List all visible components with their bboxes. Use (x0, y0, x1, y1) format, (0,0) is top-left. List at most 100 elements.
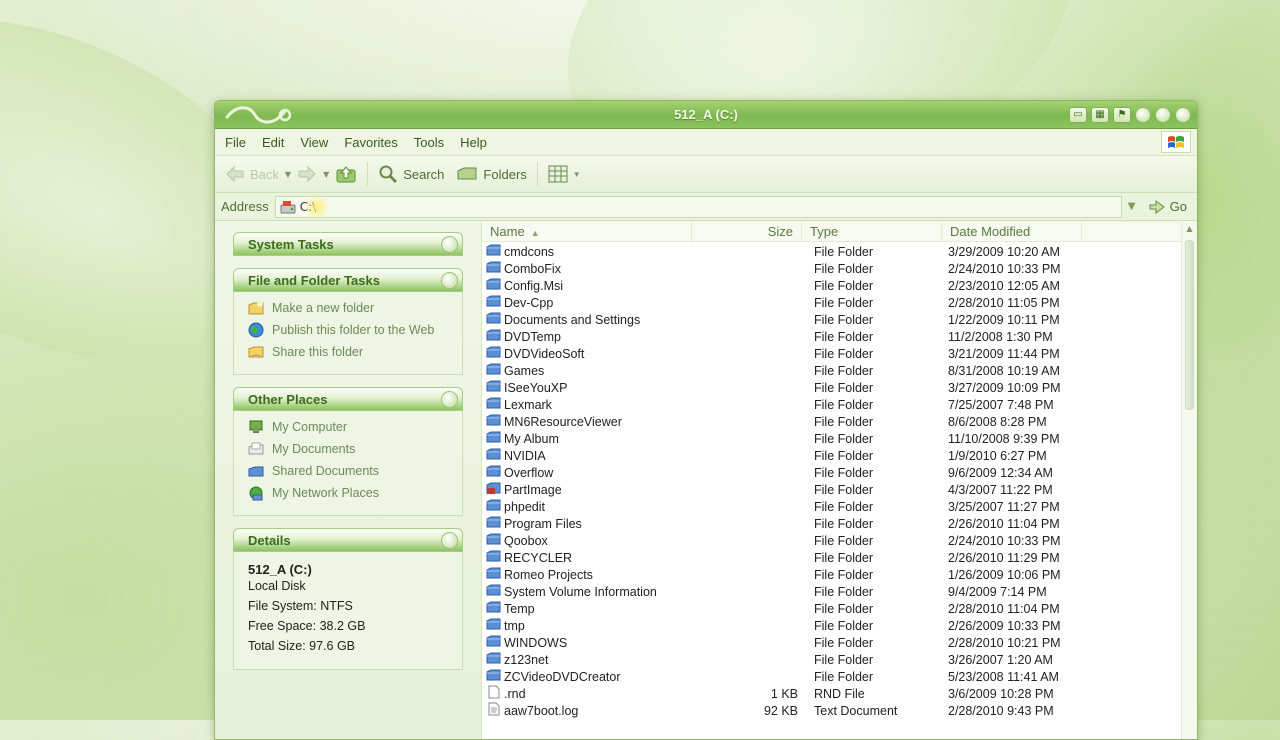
table-row[interactable]: ZCVideoDVDCreator File Folder 5/23/2008 11… (482, 668, 1181, 685)
collapse-toggle-icon[interactable] (441, 272, 458, 289)
row-name-cell: aaw7boot.log (482, 702, 692, 719)
table-row[interactable]: Games File Folder 8/31/2008 10:19 AM (482, 362, 1181, 379)
folders-label: Folders (483, 166, 527, 182)
table-row[interactable]: DVDVideoSoft File Folder 3/21/2009 11:44 P… (482, 345, 1181, 362)
system-tasks-header[interactable]: System Tasks (233, 232, 463, 256)
collapse-toggle-icon[interactable] (441, 532, 458, 549)
address-input[interactable]: C:\ (274, 193, 1122, 220)
table-row[interactable]: cmdcons File Folder 3/29/2009 10:20 AM (482, 243, 1181, 260)
expand-toggle-icon[interactable] (441, 236, 458, 253)
table-row[interactable]: Program Files File Folder 2/26/2010 11:04 … (482, 515, 1181, 532)
file-type: File Folder (814, 567, 874, 582)
table-row[interactable]: RECYCLER File Folder 2/26/2010 11:29 PM (482, 549, 1181, 566)
minimize-button[interactable] (1135, 107, 1151, 123)
table-row[interactable]: phpedit File Folder 3/25/2007 11:27 PM (482, 498, 1181, 515)
restore-icon[interactable]: ▭ (1069, 107, 1087, 123)
table-row[interactable]: Romeo Projects File Folder 1/26/2009 10:06… (482, 566, 1181, 583)
scroll-thumb[interactable] (1185, 240, 1194, 410)
place-my-computer[interactable]: My Computer (248, 419, 452, 435)
file-folder-tasks-header[interactable]: File and Folder Tasks (233, 268, 463, 292)
menu-help[interactable]: Help (454, 133, 493, 152)
table-row[interactable]: WINDOWS File Folder 2/28/2010 10:21 PM (482, 634, 1181, 651)
place-my-documents[interactable]: My Documents (248, 441, 452, 457)
table-row[interactable]: ComboFix File Folder 2/24/2010 10:33 PM (482, 260, 1181, 277)
forward-button[interactable] (291, 161, 323, 187)
table-row[interactable]: Config.Msi File Folder 2/23/2010 12:05 AM (482, 277, 1181, 294)
menu-edit[interactable]: Edit (256, 133, 290, 152)
task-publish-folder[interactable]: Publish this folder to the Web (248, 322, 452, 338)
file-date: 8/6/2008 8:28 PM (948, 414, 1047, 429)
drive-icon (280, 200, 296, 213)
menu-view[interactable]: View (294, 133, 334, 152)
task-make-new-folder[interactable]: Make a new folder (248, 300, 452, 316)
table-row[interactable]: z123net File Folder 3/26/2007 1:20 AM (482, 651, 1181, 668)
table-row[interactable]: Documents and Settings File Folder 1/22/20… (482, 311, 1181, 328)
column-name[interactable]: Name ▲ (482, 222, 692, 241)
file-type: RND File (814, 686, 865, 701)
menu-tools[interactable]: Tools (408, 133, 450, 152)
table-row[interactable]: Lexmark File Folder 7/25/2007 7:48 PM (482, 396, 1181, 413)
row-name-cell: Documents and Settings (482, 311, 692, 328)
file-date: 7/25/2007 7:48 PM (948, 397, 1054, 412)
search-button[interactable]: Search (372, 160, 450, 188)
panel-title: File and Folder Tasks (248, 273, 380, 288)
tile-icon[interactable]: ▦ (1091, 107, 1109, 123)
folder-icon (486, 583, 501, 600)
folder-icon (486, 600, 501, 617)
task-share-folder[interactable]: Share this folder (248, 344, 452, 360)
row-name-cell: DVDTemp (482, 328, 692, 345)
views-button[interactable]: ▼ (542, 161, 587, 187)
folder-icon (486, 379, 501, 396)
table-row[interactable]: aaw7boot.log 92 KB Text Document 2/28/2010 … (482, 702, 1181, 719)
details-header[interactable]: Details (233, 528, 463, 552)
go-label: Go (1169, 199, 1187, 214)
place-shared-documents[interactable]: Shared Documents (248, 463, 452, 479)
address-dropdown-icon[interactable]: ▼ (1122, 196, 1142, 218)
back-button[interactable]: Back (219, 161, 285, 187)
collapse-toggle-icon[interactable] (441, 391, 458, 408)
column-type[interactable]: Type (802, 222, 942, 241)
folders-button[interactable]: Folders (450, 161, 532, 187)
folder-icon (486, 464, 501, 481)
table-row[interactable]: My Album File Folder 11/10/2008 9:39 PM (482, 430, 1181, 447)
pin-icon[interactable]: ⚑ (1113, 107, 1131, 123)
menu-favorites[interactable]: Favorites (338, 133, 403, 152)
file-type: File Folder (814, 499, 874, 514)
folder-icon (486, 311, 501, 328)
place-network[interactable]: My Network Places (248, 485, 452, 501)
table-row[interactable]: tmp File Folder 2/26/2009 10:33 PM (482, 617, 1181, 634)
table-row[interactable]: MN6ResourceViewer File Folder 8/6/2008 8:2… (482, 413, 1181, 430)
vertical-scrollbar[interactable]: ▲ (1181, 222, 1197, 739)
file-type: File Folder (814, 516, 874, 531)
file-type: Text Document (814, 703, 898, 718)
cursor-highlight (303, 193, 330, 220)
table-row[interactable]: Qoobox File Folder 2/24/2010 10:33 PM (482, 532, 1181, 549)
file-name: z123net (504, 652, 549, 667)
table-row[interactable]: .rnd 1 KB RND File 3/6/2009 10:28 PM (482, 685, 1181, 702)
column-label: Date Modified (950, 224, 1031, 239)
table-row[interactable]: Temp File Folder 2/28/2010 11:04 PM (482, 600, 1181, 617)
table-row[interactable]: PartImage File Folder 4/3/2007 11:22 PM (482, 481, 1181, 498)
other-places-header[interactable]: Other Places (233, 387, 463, 411)
file-name: RECYCLER (504, 550, 573, 565)
table-row[interactable]: DVDTemp File Folder 11/2/2008 1:30 PM (482, 328, 1181, 345)
file-type: File Folder (814, 533, 874, 548)
menu-bar: File Edit View Favorites Tools Help (215, 129, 1197, 155)
column-size[interactable]: Size (692, 222, 802, 241)
title-bar[interactable]: 512_A (C:) ▭ ▦ ⚑ (215, 101, 1197, 129)
table-row[interactable]: NVIDIA File Folder 1/9/2010 6:27 PM (482, 447, 1181, 464)
close-button[interactable] (1175, 107, 1191, 123)
table-row[interactable]: ISeeYouXP File Folder 3/27/2009 10:09 PM (482, 379, 1181, 396)
scroll-up-icon[interactable]: ▲ (1182, 222, 1197, 236)
row-name-cell: DVDVideoSoft (482, 345, 692, 362)
table-row[interactable]: Dev-Cpp File Folder 2/28/2010 11:05 PM (482, 294, 1181, 311)
table-row[interactable]: System Volume Information File Folder 9/4/… (482, 583, 1181, 600)
file-date: 3/6/2009 10:28 PM (948, 686, 1054, 701)
up-folder-button[interactable] (329, 160, 363, 188)
menu-file[interactable]: File (219, 133, 252, 152)
row-name-cell: System Volume Information (482, 583, 692, 600)
maximize-button[interactable] (1155, 107, 1171, 123)
column-date-modified[interactable]: Date Modified (942, 222, 1082, 241)
go-button[interactable]: Go (1142, 199, 1197, 215)
table-row[interactable]: Overflow File Folder 9/6/2009 12:34 AM (482, 464, 1181, 481)
